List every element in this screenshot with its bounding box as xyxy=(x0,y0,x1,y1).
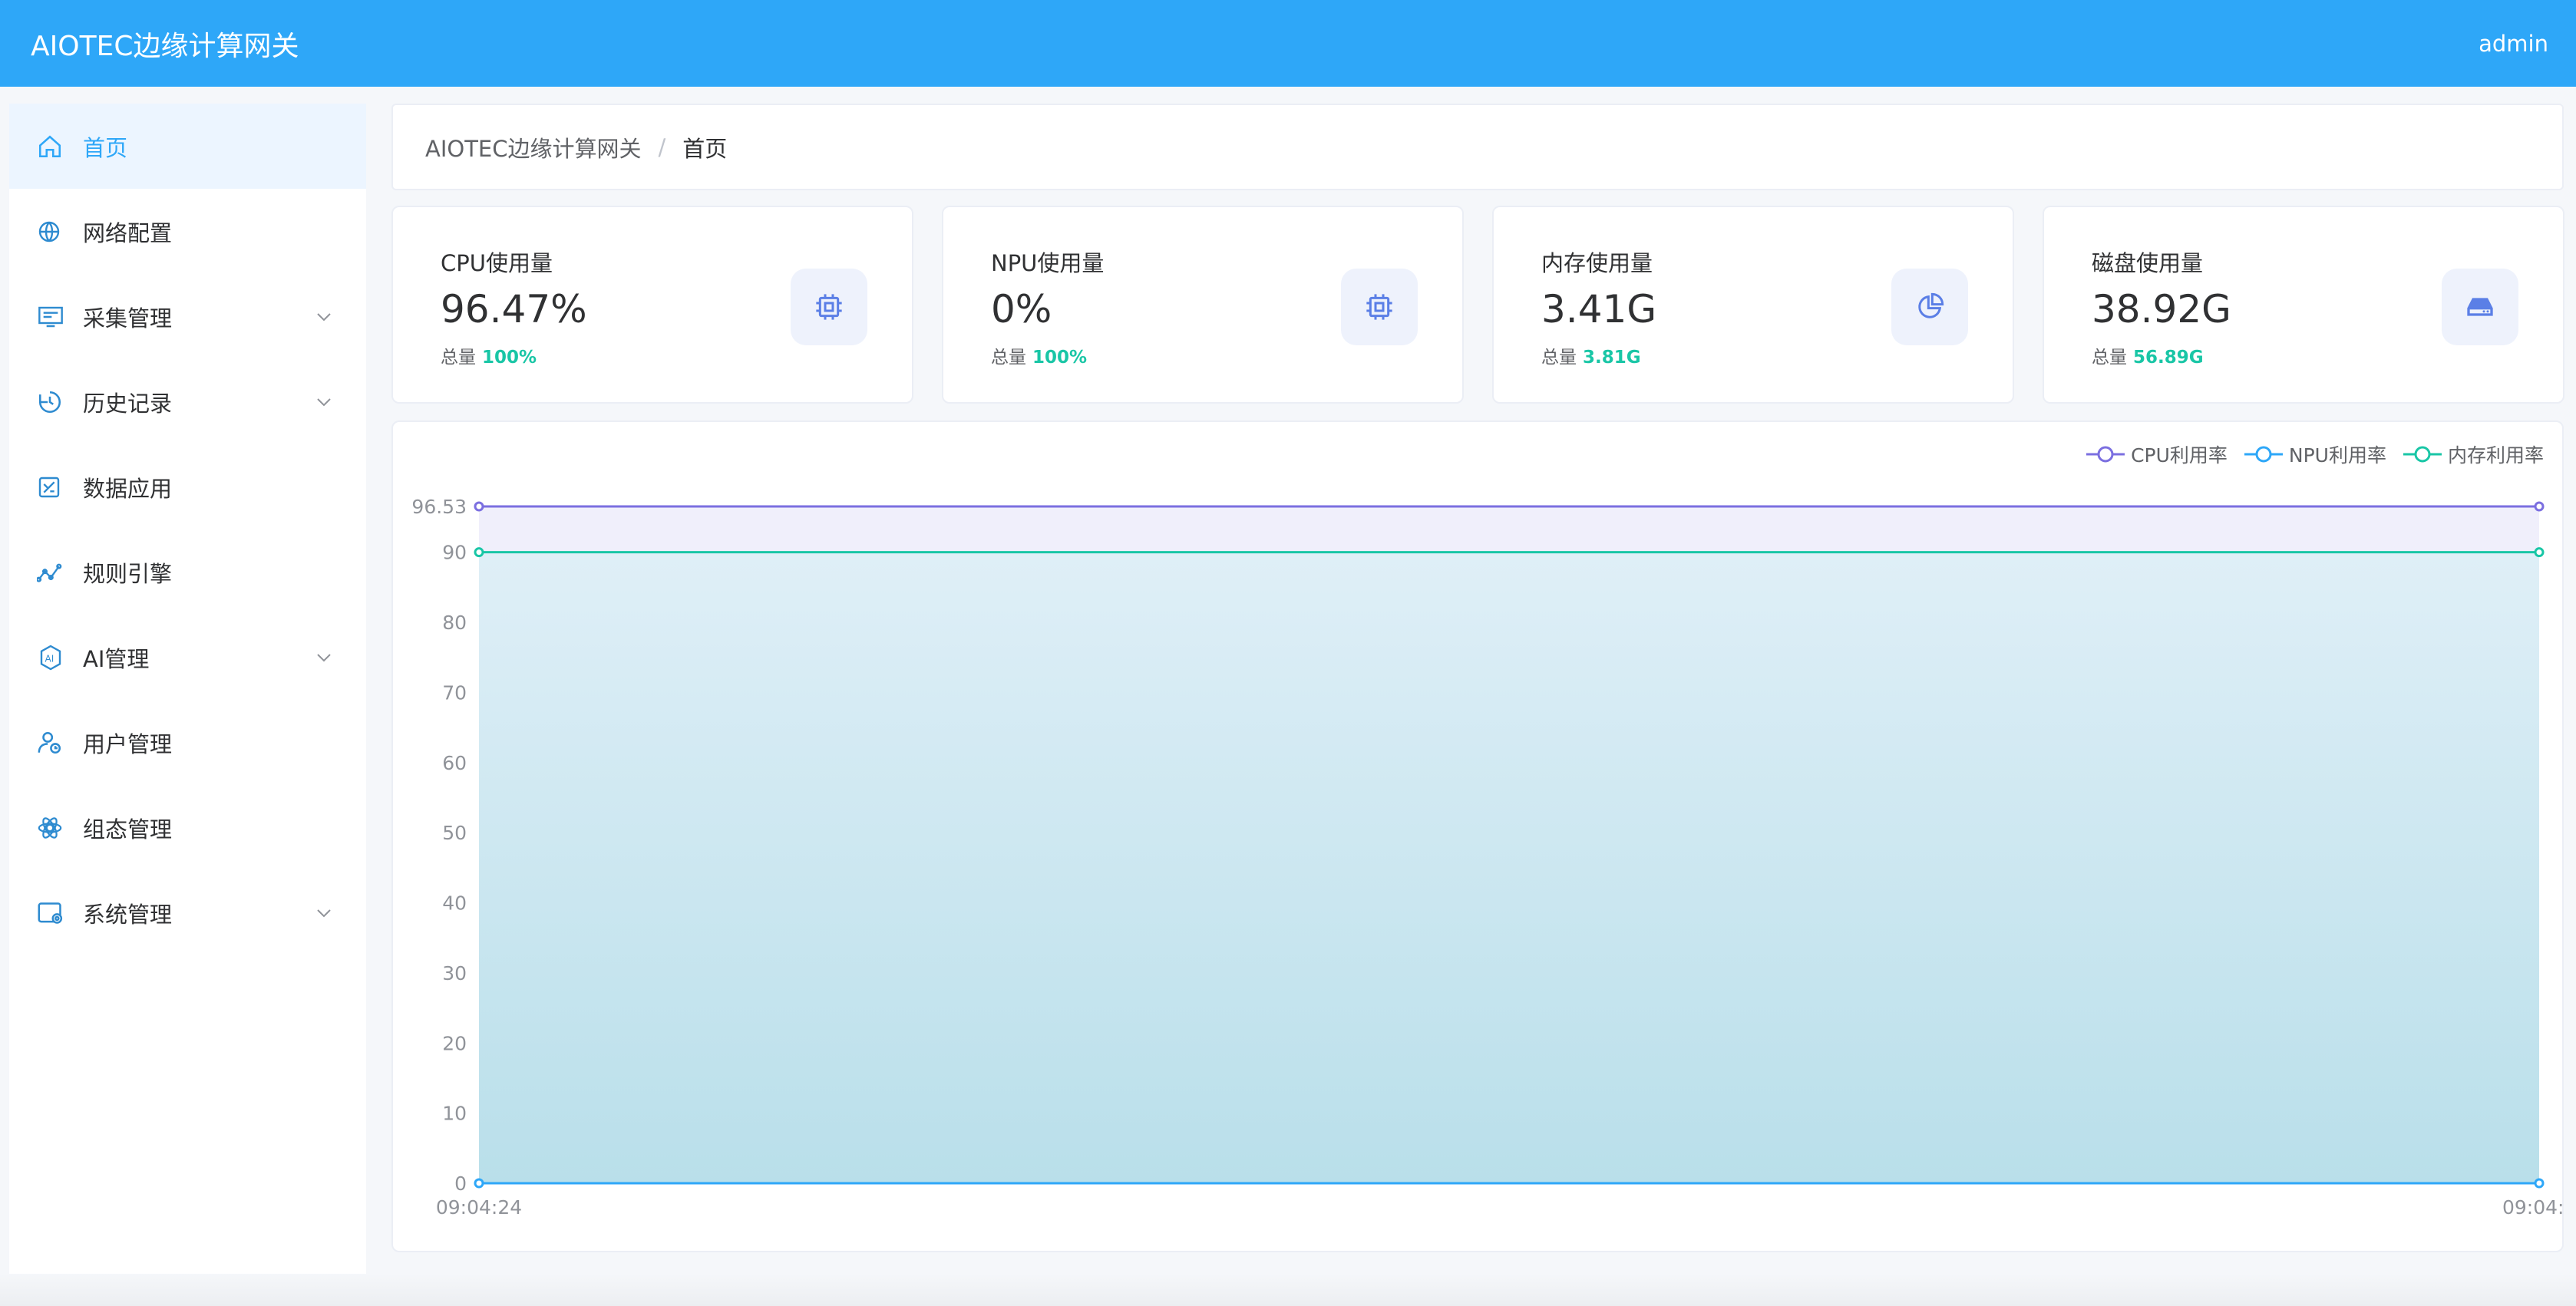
x-tick-label: 09:04:2 xyxy=(2502,1196,2564,1219)
ai-icon: AI xyxy=(37,642,83,673)
sidebar-item-label: 用户管理 xyxy=(83,731,173,757)
sidebar-item-label: 数据应用 xyxy=(83,475,173,502)
breadcrumb-separator: / xyxy=(658,134,666,160)
chip-icon xyxy=(791,269,867,345)
rules-icon xyxy=(37,557,83,588)
y-tick-label: 50 xyxy=(442,822,467,844)
y-tick-label: 30 xyxy=(442,962,467,984)
sidebar-item-history[interactable]: 历史记录 xyxy=(9,359,366,444)
card-total-label: 总量 xyxy=(2092,348,2127,368)
sidebar: 首页 网络配置 采集管理 历史记录 数据应用 规则引擎 AI AI管理 用户管理… xyxy=(9,104,366,1306)
sidebar-item-data-app[interactable]: 数据应用 xyxy=(9,444,366,529)
sidebar-item-label: 网络配置 xyxy=(83,219,173,246)
card-total: 总量 100% xyxy=(441,342,912,368)
chevron-down-icon[interactable] xyxy=(312,646,335,669)
card-total-label: 总量 xyxy=(1541,348,1577,368)
chevron-down-icon[interactable] xyxy=(312,391,335,414)
svg-text:AI: AI xyxy=(45,653,54,664)
y-tick-label: 80 xyxy=(442,612,467,634)
cpu-usage-card: CPU使用量 96.47% 总量 100% xyxy=(391,206,913,404)
config-icon xyxy=(37,813,83,843)
sidebar-item-network[interactable]: 网络配置 xyxy=(9,189,366,274)
stats-cards: CPU使用量 96.47% 总量 100% NPU使用量 0% 总量 100% 内存… xyxy=(391,206,2564,404)
usage-chart-panel: CPU利用率 NPU利用率 内存利用率 0 10 20 30 40 50 60 70 80 90 9… xyxy=(391,420,2564,1252)
disk-usage-card: 磁盘使用量 38.92G 总量 56.89G xyxy=(2043,206,2564,404)
home-icon xyxy=(37,131,83,162)
sidebar-item-users[interactable]: 用户管理 xyxy=(9,700,366,785)
page-footer-shade xyxy=(0,1274,2576,1306)
card-total: 总量 3.81G xyxy=(1541,342,2013,368)
card-total-label: 总量 xyxy=(441,348,476,368)
sidebar-item-label: 系统管理 xyxy=(83,901,173,928)
chip-icon xyxy=(1341,269,1418,345)
user-name[interactable]: admin xyxy=(2479,31,2548,57)
card-total-value: 100% xyxy=(482,348,537,368)
breadcrumb-root[interactable]: AIOTEC边缘计算网关 xyxy=(425,131,642,163)
chevron-down-icon[interactable] xyxy=(312,305,335,328)
history-icon xyxy=(37,387,83,417)
x-tick-label: 09:04:24 xyxy=(436,1196,522,1219)
data-point xyxy=(474,1178,484,1189)
breadcrumb-current: 首页 xyxy=(682,135,728,162)
disk-icon xyxy=(2442,269,2518,345)
sidebar-item-label: 规则引擎 xyxy=(83,560,173,587)
card-total-value: 100% xyxy=(1032,348,1088,368)
y-tick-label: 20 xyxy=(442,1032,467,1054)
system-icon xyxy=(37,898,83,928)
top-header: AIOTEC边缘计算网关 admin xyxy=(0,0,2576,87)
sidebar-item-ai[interactable]: AI AI管理 xyxy=(9,615,366,700)
y-tick-label: 60 xyxy=(442,752,467,774)
card-total-value: 3.81G xyxy=(1583,348,1641,368)
memory-usage-card: 内存使用量 3.41G 总量 3.81G xyxy=(1492,206,2014,404)
usage-area-chart: 0 10 20 30 40 50 60 70 80 90 96.53 09:04:24 09:04:2 xyxy=(411,496,2564,1219)
sidebar-item-label: 首页 xyxy=(83,134,128,161)
sidebar-item-collection[interactable]: 采集管理 xyxy=(9,274,366,359)
card-total: 总量 100% xyxy=(991,342,1462,368)
user-icon xyxy=(37,727,83,758)
data-point xyxy=(474,501,484,512)
chevron-down-icon[interactable] xyxy=(312,902,335,925)
npu-usage-card: NPU使用量 0% 总量 100% xyxy=(942,206,1464,404)
data-point xyxy=(2534,1178,2545,1189)
sidebar-item-label: AI管理 xyxy=(83,645,150,672)
data-point xyxy=(2534,547,2545,558)
app-title: AIOTEC边缘计算网关 xyxy=(31,30,299,62)
sidebar-item-system[interactable]: 系统管理 xyxy=(9,870,366,955)
pie-icon xyxy=(1891,269,1968,345)
sidebar-item-label: 组态管理 xyxy=(83,816,173,843)
sidebar-item-label: 历史记录 xyxy=(83,390,173,417)
card-total-value: 56.89G xyxy=(2133,348,2204,368)
globe-icon xyxy=(37,216,83,247)
sidebar-item-rules[interactable]: 规则引擎 xyxy=(9,529,366,615)
y-tick-label: 70 xyxy=(442,681,467,704)
y-tick-label: 96.53 xyxy=(411,496,467,518)
y-tick-label: 0 xyxy=(454,1172,467,1195)
sidebar-item-home[interactable]: 首页 xyxy=(9,104,366,189)
data-point xyxy=(2534,501,2545,512)
breadcrumb: AIOTEC边缘计算网关 / 首页 xyxy=(391,104,2564,190)
data-point xyxy=(474,547,484,558)
y-tick-label: 90 xyxy=(442,542,467,564)
sidebar-item-label: 采集管理 xyxy=(83,305,173,331)
monitor-icon xyxy=(37,302,83,332)
y-tick-label: 40 xyxy=(442,892,467,915)
sidebar-item-config[interactable]: 组态管理 xyxy=(9,785,366,870)
data-app-icon xyxy=(37,472,83,503)
series-area-2 xyxy=(479,552,2539,1183)
card-total-label: 总量 xyxy=(991,348,1026,368)
card-total: 总量 56.89G xyxy=(2092,342,2563,368)
y-tick-label: 10 xyxy=(442,1103,467,1125)
